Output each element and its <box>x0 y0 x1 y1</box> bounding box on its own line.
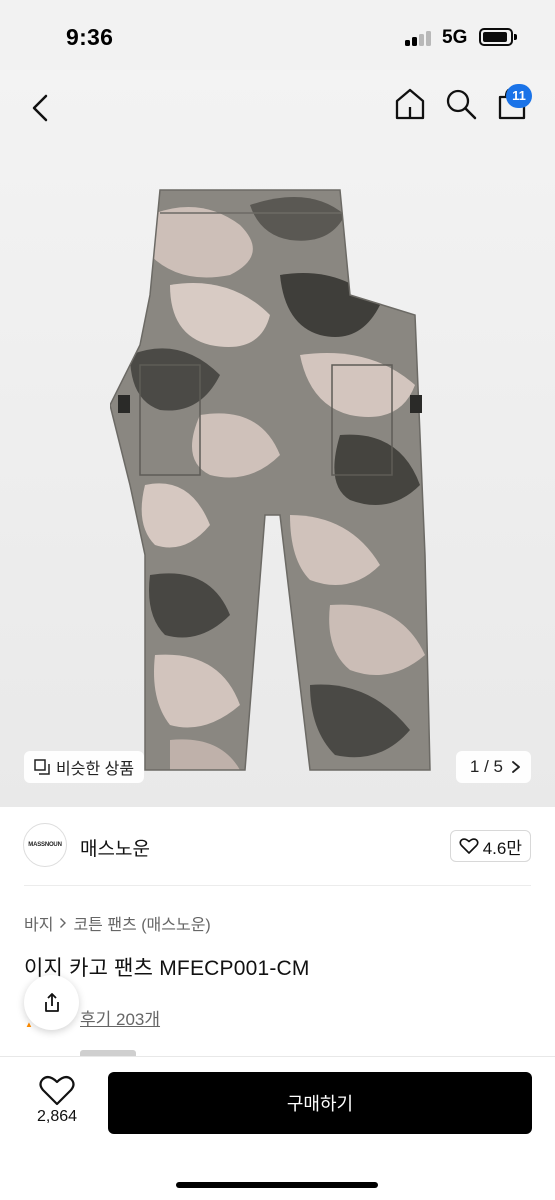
share-button[interactable] <box>24 975 79 1030</box>
brand-logo[interactable]: MASSNOUN <box>23 823 67 867</box>
similar-label: 비슷한 상품 <box>56 761 135 778</box>
image-page-indicator[interactable]: 1 / 5 <box>455 751 531 783</box>
home-indicator <box>176 1182 378 1188</box>
chevron-right-icon <box>512 761 520 773</box>
status-bar: 9:36 5G <box>0 0 555 70</box>
page-indicator-text: 1 / 5 <box>469 757 503 776</box>
network-label: 5G <box>442 27 468 48</box>
product-title: 이지 카고 팬츠 MFECP001-CM <box>24 957 310 980</box>
brand-like-button[interactable]: 4.6만 <box>449 830 531 862</box>
product-image <box>110 189 431 771</box>
back-icon[interactable] <box>22 88 62 128</box>
battery-icon <box>479 28 513 46</box>
share-icon <box>44 992 59 1012</box>
buy-button[interactable]: 구매하기 <box>108 1072 532 1134</box>
review-link[interactable]: 후기 203개 <box>80 1005 160 1030</box>
breadcrumb-category[interactable]: 바지 <box>24 911 53 935</box>
wishlist-heart-icon[interactable] <box>38 1074 76 1108</box>
breadcrumb-subcategory[interactable]: 코튼 팬츠 (매스노운) <box>73 911 210 935</box>
signal-icon <box>405 30 433 46</box>
cart-badge: 11 <box>506 84 532 108</box>
brand-logo-text: MASSNOUN <box>28 842 62 848</box>
chevron-right-icon <box>60 918 67 928</box>
wishlist-count: 2,864 <box>36 1108 78 1125</box>
brand-like-count: 4.6만 <box>482 838 522 858</box>
breadcrumb: 바지 코튼 팬츠 (매스노운) <box>24 911 211 935</box>
heart-icon <box>459 838 479 854</box>
product-image-gallery[interactable]: 11 비슷한 상품 1 / 5 <box>0 70 555 807</box>
brand-name[interactable]: 매스노운 <box>80 834 150 861</box>
search-icon[interactable] <box>441 84 481 124</box>
status-time: 9:36 <box>66 24 114 50</box>
star-icon: ▲ <box>25 1020 33 1029</box>
similar-icon <box>34 759 50 775</box>
battery-tip <box>514 34 517 40</box>
home-icon[interactable] <box>390 84 430 124</box>
divider <box>24 885 531 886</box>
similar-products-button[interactable]: 비슷한 상품 <box>24 751 145 783</box>
